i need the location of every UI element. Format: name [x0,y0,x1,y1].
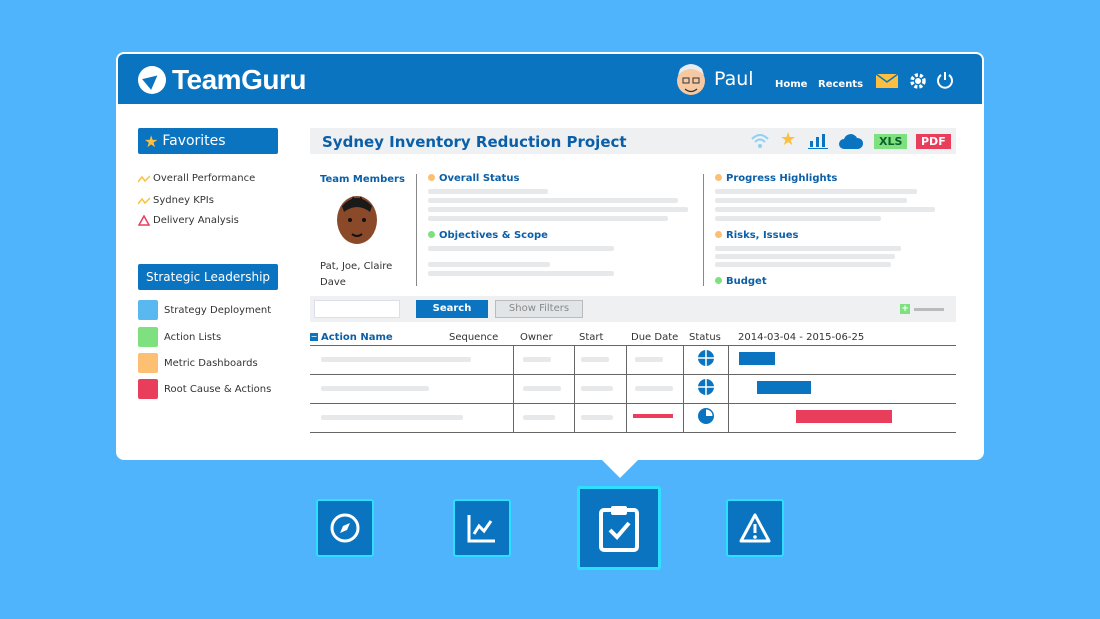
color-swatch [138,353,158,373]
col-start[interactable]: Start [579,332,603,343]
budget-label: Budget [715,276,767,287]
nav-recents[interactable]: Recents [818,79,863,90]
col-date-range[interactable]: 2014-03-04 - 2015-06-25 [738,332,864,343]
logo-icon [138,66,166,94]
logo[interactable]: TeamGuru [138,64,306,96]
search-input[interactable] [314,300,400,318]
warning-icon [739,513,771,543]
main-content: ★ Favorites Overall Performance Sydney K… [118,104,982,458]
col-status[interactable]: Status [689,332,721,343]
app-header: TeamGuru Paul Home Recents [118,54,982,104]
show-filters-button[interactable]: Show Filters [495,300,583,318]
progress-highlights-label: Progress Highlights [715,173,837,184]
col-action-name[interactable]: Action Name [321,332,393,343]
team-avatar[interactable] [334,192,380,250]
col-owner[interactable]: Owner [520,332,553,343]
wifi-icon[interactable] [750,132,770,150]
favorite-item-delivery-analysis[interactable]: Delivery Analysis [138,215,239,226]
three-quarter-pie-icon [698,350,714,366]
status-dot [428,231,435,238]
project-title: Sydney Inventory Reduction Project [322,133,627,151]
divider [416,174,417,286]
warning-triangle-icon [138,215,150,226]
sidebar-item-action-lists[interactable]: Action Lists [138,327,221,347]
favorite-item-overall-performance[interactable]: Overall Performance [138,173,255,184]
nav-home[interactable]: Home [775,79,807,90]
clipboard-check-icon [599,506,639,552]
favorites-header[interactable]: ★ Favorites [138,128,278,154]
status-dot [715,231,722,238]
power-icon[interactable] [936,71,954,89]
favorites-title: Favorites [162,133,226,149]
sidebar-item-root-cause-actions[interactable]: Root Cause & Actions [138,379,271,399]
user-name[interactable]: Paul [714,68,754,90]
color-swatch [138,300,158,320]
sidebar-item-strategy-deployment[interactable]: Strategy Deployment [138,300,271,320]
project-title-bar: Sydney Inventory Reduction Project ★ XLS… [310,128,956,154]
chart-icon-button[interactable] [453,499,511,557]
divider [703,174,704,286]
collapse-icon[interactable]: − [310,333,318,341]
status-dot [715,277,722,284]
overdue-indicator [633,414,673,418]
warning-icon-button[interactable] [726,499,784,557]
sidebar-item-metric-dashboards[interactable]: Metric Dashboards [138,353,258,373]
export-pdf-button[interactable]: PDF [916,134,951,149]
status-dot [428,174,435,181]
clipboard-check-icon-button[interactable] [577,486,661,570]
star-icon[interactable]: ★ [780,129,796,150]
gear-icon[interactable] [909,72,927,90]
app-name: TeamGuru [172,64,306,95]
risks-issues-label: Risks, Issues [715,230,798,241]
color-swatch [138,327,158,347]
team-names: Pat, Joe, Claire [320,261,393,272]
gantt-bar[interactable] [796,410,892,423]
compass-icon-button[interactable] [316,499,374,557]
gantt-bar[interactable] [757,381,811,394]
user-avatar[interactable] [674,61,708,99]
chart-icon [467,515,495,543]
star-icon: ★ [144,131,159,151]
cloud-icon[interactable] [838,133,864,149]
mail-icon[interactable] [876,74,898,88]
team-members-label: Team Members [320,174,405,185]
status-dot [715,174,722,181]
collapse-bar[interactable] [914,308,944,311]
gantt-bar[interactable] [739,352,775,365]
bar-chart-icon[interactable] [808,133,828,149]
compass-icon [330,513,360,543]
three-quarter-pie-icon [698,379,714,395]
add-icon[interactable]: + [900,304,910,314]
strategic-leadership-header[interactable]: Strategic Leadership [138,264,278,290]
col-sequence[interactable]: Sequence [449,332,498,343]
color-swatch [138,379,158,399]
search-button[interactable]: Search [416,300,488,318]
col-due-date[interactable]: Due Date [631,332,678,343]
overall-status-label: Overall Status [428,173,519,184]
trend-icon [138,174,150,182]
app-window: TeamGuru Paul Home Recents ★ Favorites O… [116,52,984,460]
callout-pointer [600,458,640,478]
quarter-pie-icon [698,408,714,424]
trend-icon [138,196,150,204]
filter-bar: Search Show Filters + [310,296,956,322]
favorite-item-sydney-kpis[interactable]: Sydney KPIs [138,195,214,206]
objectives-label: Objectives & Scope [428,230,548,241]
export-xls-button[interactable]: XLS [874,134,908,149]
team-names-continued: Dave [320,277,346,288]
